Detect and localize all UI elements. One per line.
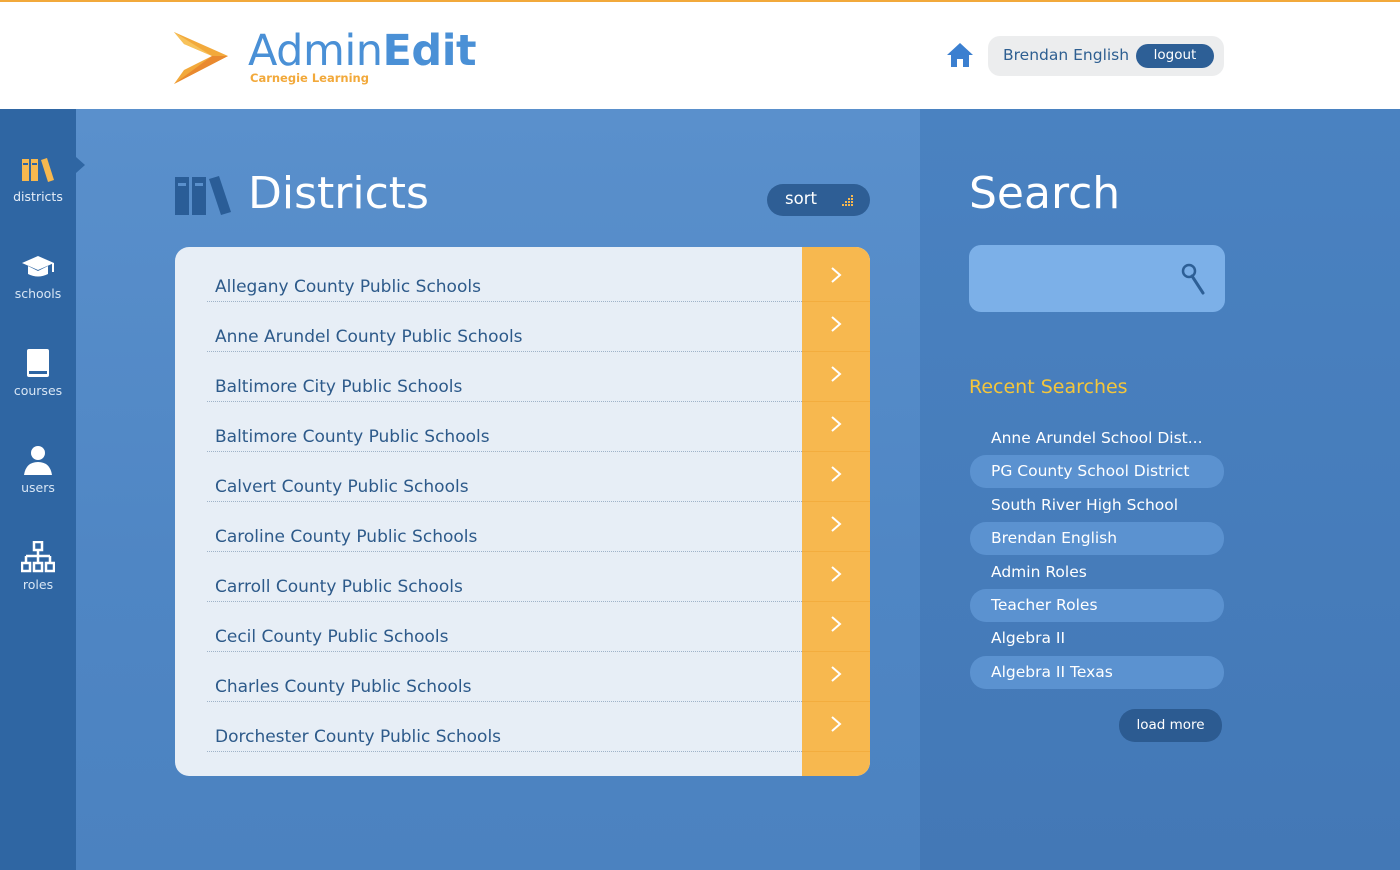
org-chart-icon <box>21 541 55 573</box>
user-menu: Brendan English logout <box>988 36 1224 76</box>
chevron-right-icon <box>831 267 842 283</box>
district-row[interactable]: Calvert County Public Schools <box>207 452 802 502</box>
sidebar-label-courses: courses <box>13 383 63 398</box>
recent-search-label: Brendan English <box>991 529 1118 548</box>
app-name: AdminEdit <box>248 26 477 76</box>
open-district-button[interactable] <box>802 652 870 702</box>
recent-search-item[interactable]: Admin Roles <box>970 556 1224 589</box>
sidebar-item-courses[interactable]: courses <box>0 335 76 415</box>
district-name: Anne Arundel County Public Schools <box>215 327 523 347</box>
districts-list: Allegany County Public Schools Anne Arund… <box>175 247 870 776</box>
app-subtitle: Carnegie Learning <box>250 71 369 85</box>
active-nav-pointer <box>76 157 85 173</box>
district-name: Calvert County Public Schools <box>215 477 469 497</box>
open-district-button[interactable] <box>802 502 870 552</box>
sort-bars-icon <box>842 195 853 206</box>
sidebar-label-districts: districts <box>13 189 63 204</box>
recent-search-label: Admin Roles <box>991 562 1087 581</box>
chevron-right-icon <box>831 466 842 482</box>
chevron-right-icon <box>831 366 842 382</box>
sidebar-label-users: users <box>21 480 55 495</box>
sidebar-item-districts[interactable]: districts <box>0 141 76 221</box>
district-row[interactable]: Dorchester County Public Schools <box>207 702 802 752</box>
recent-search-item[interactable]: PG County School District <box>970 455 1224 489</box>
page-title: Districts <box>248 168 429 219</box>
district-row[interactable]: Baltimore City Public Schools <box>207 352 802 402</box>
logo-chevron-icon <box>174 32 228 84</box>
user-name[interactable]: Brendan English <box>1003 46 1129 64</box>
open-district-button[interactable] <box>802 302 870 352</box>
search-input[interactable] <box>983 265 1173 293</box>
books-icon <box>22 158 54 182</box>
district-row[interactable]: Anne Arundel County Public Schools <box>207 302 802 352</box>
chevron-right-icon <box>831 516 842 532</box>
sort-label: sort <box>785 189 817 208</box>
book-icon <box>27 349 49 377</box>
district-name: Dorchester County Public Schools <box>215 727 502 747</box>
recent-searches-title: Recent Searches <box>969 376 1128 398</box>
open-district-button[interactable] <box>802 552 870 602</box>
recent-search-item[interactable]: Anne Arundel School Dist... <box>970 422 1224 455</box>
chevron-right-icon <box>831 666 842 682</box>
sidebar-label-roles: roles <box>22 577 54 592</box>
app-logo[interactable]: AdminEdit Carnegie Learning <box>172 26 477 88</box>
sidebar-nav: districts schools courses users roles <box>0 109 76 870</box>
district-row[interactable]: Cecil County Public Schools <box>207 602 802 652</box>
sidebar-item-roles[interactable]: roles <box>0 529 76 609</box>
app-name-part1: Admin <box>248 26 383 76</box>
district-name: Baltimore City Public Schools <box>215 377 463 397</box>
open-district-button[interactable] <box>802 402 870 452</box>
user-icon <box>24 446 52 475</box>
district-name: Carroll County Public Schools <box>215 577 463 597</box>
district-name: Charles County Public Schools <box>215 677 472 697</box>
district-name: Allegany County Public Schools <box>215 277 481 297</box>
district-row[interactable]: Charles County Public Schools <box>207 652 802 702</box>
load-more-button[interactable]: load more <box>1119 709 1222 742</box>
recent-search-item[interactable]: South River High School <box>970 489 1224 522</box>
graduation-cap-icon <box>22 256 54 277</box>
district-name: Cecil County Public Schools <box>215 627 449 647</box>
home-icon[interactable] <box>946 42 974 68</box>
recent-search-label: PG County School District <box>991 462 1190 481</box>
app-name-part2: Edit <box>382 26 477 76</box>
search-title: Search <box>969 168 1121 219</box>
chevron-right-icon <box>831 716 842 732</box>
open-district-button[interactable] <box>802 602 870 652</box>
district-row[interactable]: Carroll County Public Schools <box>207 552 802 602</box>
app-header: AdminEdit Carnegie Learning Brendan Engl… <box>0 0 1400 109</box>
recent-search-item[interactable]: Algebra II Texas <box>970 655 1224 689</box>
recent-search-label: Algebra II <box>991 629 1066 648</box>
logout-button[interactable]: logout <box>1136 44 1214 68</box>
recent-search-label: South River High School <box>991 495 1179 514</box>
recent-search-item[interactable]: Algebra II <box>970 622 1224 655</box>
sidebar-item-users[interactable]: users <box>0 432 76 512</box>
recent-search-label: Anne Arundel School Dist... <box>991 429 1203 447</box>
recent-search-item[interactable]: Brendan English <box>970 522 1224 556</box>
open-district-button[interactable] <box>802 352 870 402</box>
district-row[interactable]: Allegany County Public Schools <box>207 252 802 302</box>
open-district-button[interactable] <box>802 247 870 302</box>
district-name: Baltimore County Public Schools <box>215 427 490 447</box>
districts-books-icon <box>175 176 231 215</box>
chevron-right-icon <box>831 416 842 432</box>
chevron-right-icon <box>831 316 842 332</box>
open-district-button[interactable] <box>802 452 870 502</box>
sidebar-item-schools[interactable]: schools <box>0 238 76 318</box>
sidebar-label-schools: schools <box>14 286 62 301</box>
recent-search-label: Algebra II Texas <box>991 662 1113 681</box>
search-icon[interactable] <box>1181 263 1205 295</box>
district-row[interactable]: Baltimore County Public Schools <box>207 402 802 452</box>
recent-search-label: Teacher Roles <box>991 596 1098 614</box>
chevron-right-icon <box>831 616 842 632</box>
open-district-button[interactable] <box>802 702 870 752</box>
sort-button[interactable]: sort <box>767 184 870 216</box>
district-name: Caroline County Public Schools <box>215 527 478 547</box>
recent-search-item[interactable]: Teacher Roles <box>970 589 1224 622</box>
search-box <box>969 245 1225 312</box>
district-row[interactable]: Caroline County Public Schools <box>207 502 802 552</box>
chevron-right-icon <box>831 566 842 582</box>
